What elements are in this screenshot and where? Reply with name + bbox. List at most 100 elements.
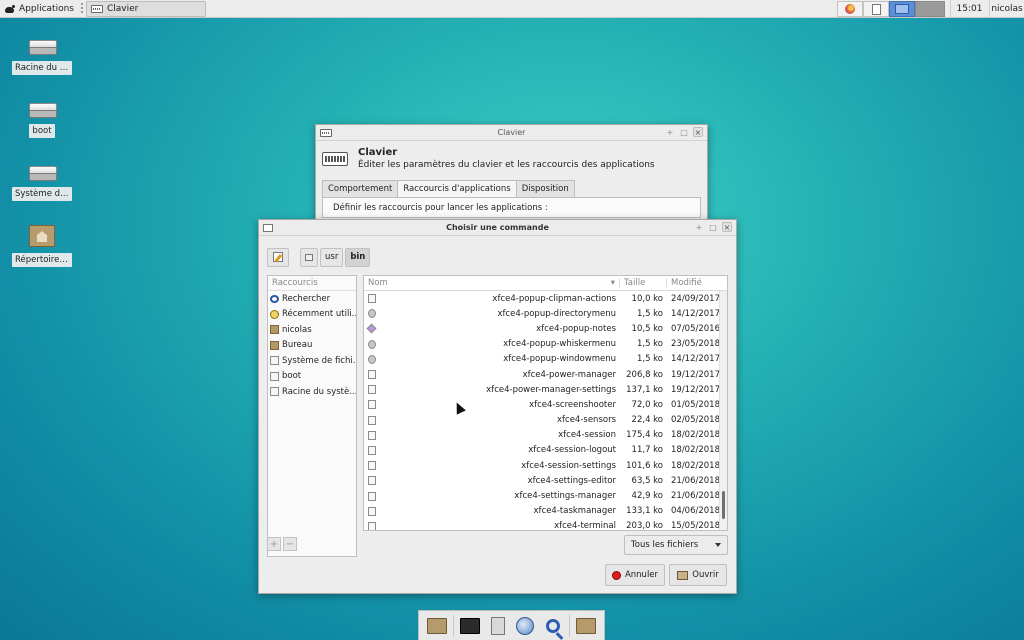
firefox-launcher[interactable] <box>837 1 863 17</box>
column-name[interactable]: Nom ▾ <box>364 278 620 288</box>
maximize-button[interactable]: □ <box>708 222 718 232</box>
dock-filemanager-launcher[interactable] <box>487 615 509 637</box>
close-button[interactable]: × <box>693 127 703 137</box>
file-row[interactable]: xfce4-sensors 22,4 ko 02/05/2018 <box>364 413 727 428</box>
file-row[interactable]: xfce4-power-manager-settings 137,1 ko 19/1… <box>364 382 727 397</box>
cancel-button[interactable]: Annuler <box>605 564 665 586</box>
file-modified: 23/05/2018 <box>671 339 720 350</box>
file-modified: 14/12/2017 <box>671 308 720 319</box>
file-name: xfce4-screenshooter <box>529 399 616 410</box>
workspace-icon <box>895 4 909 14</box>
file-row[interactable]: xfce4-taskmanager 133,1 ko 04/06/2018 <box>364 504 727 519</box>
file-name: xfce4-settings-editor <box>527 475 616 486</box>
file-size: 137,1 ko <box>626 384 663 395</box>
desktop-icon-home[interactable]: Répertoire p... <box>12 225 72 267</box>
file-row[interactable]: xfce4-popup-clipman-actions 10,0 ko 24/09/… <box>364 291 727 306</box>
file-name: xfce4-popup-notes <box>536 323 616 334</box>
user-menu[interactable]: nicolas <box>989 0 1024 18</box>
place-root[interactable]: Racine du systè... <box>268 384 356 400</box>
file-row[interactable]: xfce4-session-logout 11,7 ko 18/02/2018 <box>364 443 727 458</box>
file-row[interactable]: xfce4-session-settings 101,6 ko 18/02/2018 <box>364 458 727 473</box>
file-name: xfce4-popup-whiskermenu <box>503 339 616 350</box>
edit-icon <box>273 252 283 262</box>
dock-home-launcher[interactable] <box>426 615 448 637</box>
desktop-icon-filesystem[interactable]: Système de ... <box>12 166 72 201</box>
file-name: xfce4-sensors <box>557 415 616 426</box>
tab-comportement[interactable]: Comportement <box>322 180 399 197</box>
file-row[interactable]: xfce4-settings-manager 42,9 ko 21/06/2018 <box>364 488 727 503</box>
drive-icon <box>270 387 279 397</box>
file-size: 175,4 ko <box>626 430 663 441</box>
file-name-cell: xfce4-session <box>364 430 620 440</box>
workspace-1[interactable] <box>889 1 915 17</box>
file-row[interactable]: xfce4-screenshooter 72,0 ko 01/05/2018 <box>364 397 727 412</box>
notes-launcher[interactable] <box>863 1 889 17</box>
file-row[interactable]: xfce4-power-manager 206,8 ko 19/12/2017 <box>364 367 727 382</box>
place-search[interactable]: Rechercher <box>268 291 356 307</box>
places-header: Raccourcis <box>268 276 356 291</box>
keyboard-icon <box>90 4 103 13</box>
clavier-heading: Clavier <box>358 147 398 158</box>
column-size[interactable]: Taille <box>620 278 667 288</box>
applications-menu-button[interactable]: Applications <box>0 0 78 18</box>
scrollbar-thumb[interactable] <box>722 491 725 519</box>
remove-bookmark-button[interactable]: − <box>283 537 297 551</box>
places-footer: + − <box>267 537 297 551</box>
file-size: 203,0 ko <box>626 521 663 531</box>
desktop-icon-root[interactable]: Racine du sy... <box>12 40 72 75</box>
file-filter-dropdown[interactable]: Tous les fichiers <box>624 535 728 555</box>
file-size: 206,8 ko <box>626 369 663 380</box>
close-button[interactable]: × <box>722 222 732 232</box>
stop-icon <box>611 570 621 580</box>
vertical-scrollbar[interactable] <box>719 291 727 530</box>
column-name-label: Nom <box>368 278 388 288</box>
open-button[interactable]: Ouvrir <box>669 564 727 586</box>
minimize-button[interactable]: + <box>694 222 704 232</box>
place-home[interactable]: nicolas <box>268 322 356 338</box>
workspace-2[interactable] <box>915 1 945 17</box>
place-boot[interactable]: boot <box>268 369 356 385</box>
file-modified: 18/02/2018 <box>671 445 720 456</box>
file-icon <box>368 400 376 410</box>
place-filesystem[interactable]: Système de fichi... <box>268 353 356 369</box>
tab-disposition[interactable]: Disposition <box>515 180 575 197</box>
file-name-cell: xfce4-popup-clipman-actions <box>364 294 620 304</box>
column-modified[interactable]: Modifié <box>667 278 719 288</box>
dialog-titlebar[interactable]: Choisir une commande + □ × <box>259 220 736 236</box>
path-button-usr[interactable]: usr <box>320 247 344 267</box>
path-root-button[interactable] <box>300 247 318 267</box>
file-row[interactable]: xfce4-popup-windowmenu 1,5 ko 14/12/2017 <box>364 352 727 367</box>
file-modified: 18/02/2018 <box>671 460 720 471</box>
file-row[interactable]: xfce4-popup-notes 10,5 ko 07/05/2016 <box>364 321 727 336</box>
file-row[interactable]: xfce4-popup-whiskermenu 1,5 ko 23/05/2018 <box>364 337 727 352</box>
drive-icon <box>305 253 313 261</box>
dock-search-launcher[interactable] <box>542 615 564 637</box>
type-filename-button[interactable] <box>267 247 289 267</box>
clavier-titlebar[interactable]: Clavier + □ × <box>316 125 707 141</box>
dock-terminal-launcher[interactable] <box>459 615 481 637</box>
minimize-button[interactable]: + <box>665 127 675 137</box>
clock[interactable]: 15:01 <box>950 0 988 18</box>
file-row[interactable]: xfce4-settings-editor 63,5 ko 21/06/2018 <box>364 473 727 488</box>
file-name: xfce4-settings-manager <box>514 491 616 502</box>
file-name-cell: xfce4-session-settings <box>364 461 620 471</box>
desktop-icon-boot[interactable]: boot <box>12 103 72 138</box>
keyboard-icon <box>322 151 348 166</box>
dock-folder-launcher[interactable] <box>575 615 597 637</box>
place-recent[interactable]: Récemment utili... <box>268 307 356 323</box>
maximize-button[interactable]: □ <box>679 127 689 137</box>
add-bookmark-button[interactable]: + <box>267 537 281 551</box>
file-row[interactable]: xfce4-popup-directorymenu 1,5 ko 14/12/201… <box>364 306 727 321</box>
task-button-clavier[interactable]: Clavier <box>85 0 206 17</box>
sort-arrow-icon: ▾ <box>610 278 615 288</box>
file-modified: 14/12/2017 <box>671 354 720 365</box>
dock-browser-launcher[interactable] <box>514 615 536 637</box>
notes-icon <box>366 324 377 334</box>
place-desktop[interactable]: Bureau <box>268 338 356 354</box>
tab-raccourcis[interactable]: Raccourcis d'applications <box>397 180 517 197</box>
file-size: 11,7 ko <box>631 445 663 456</box>
file-row[interactable]: xfce4-session 175,4 ko 18/02/2018 <box>364 428 727 443</box>
drive-icon <box>270 371 279 381</box>
file-row[interactable]: xfce4-terminal 203,0 ko 15/05/2018 <box>364 519 727 531</box>
path-button-bin[interactable]: bin <box>345 247 371 267</box>
